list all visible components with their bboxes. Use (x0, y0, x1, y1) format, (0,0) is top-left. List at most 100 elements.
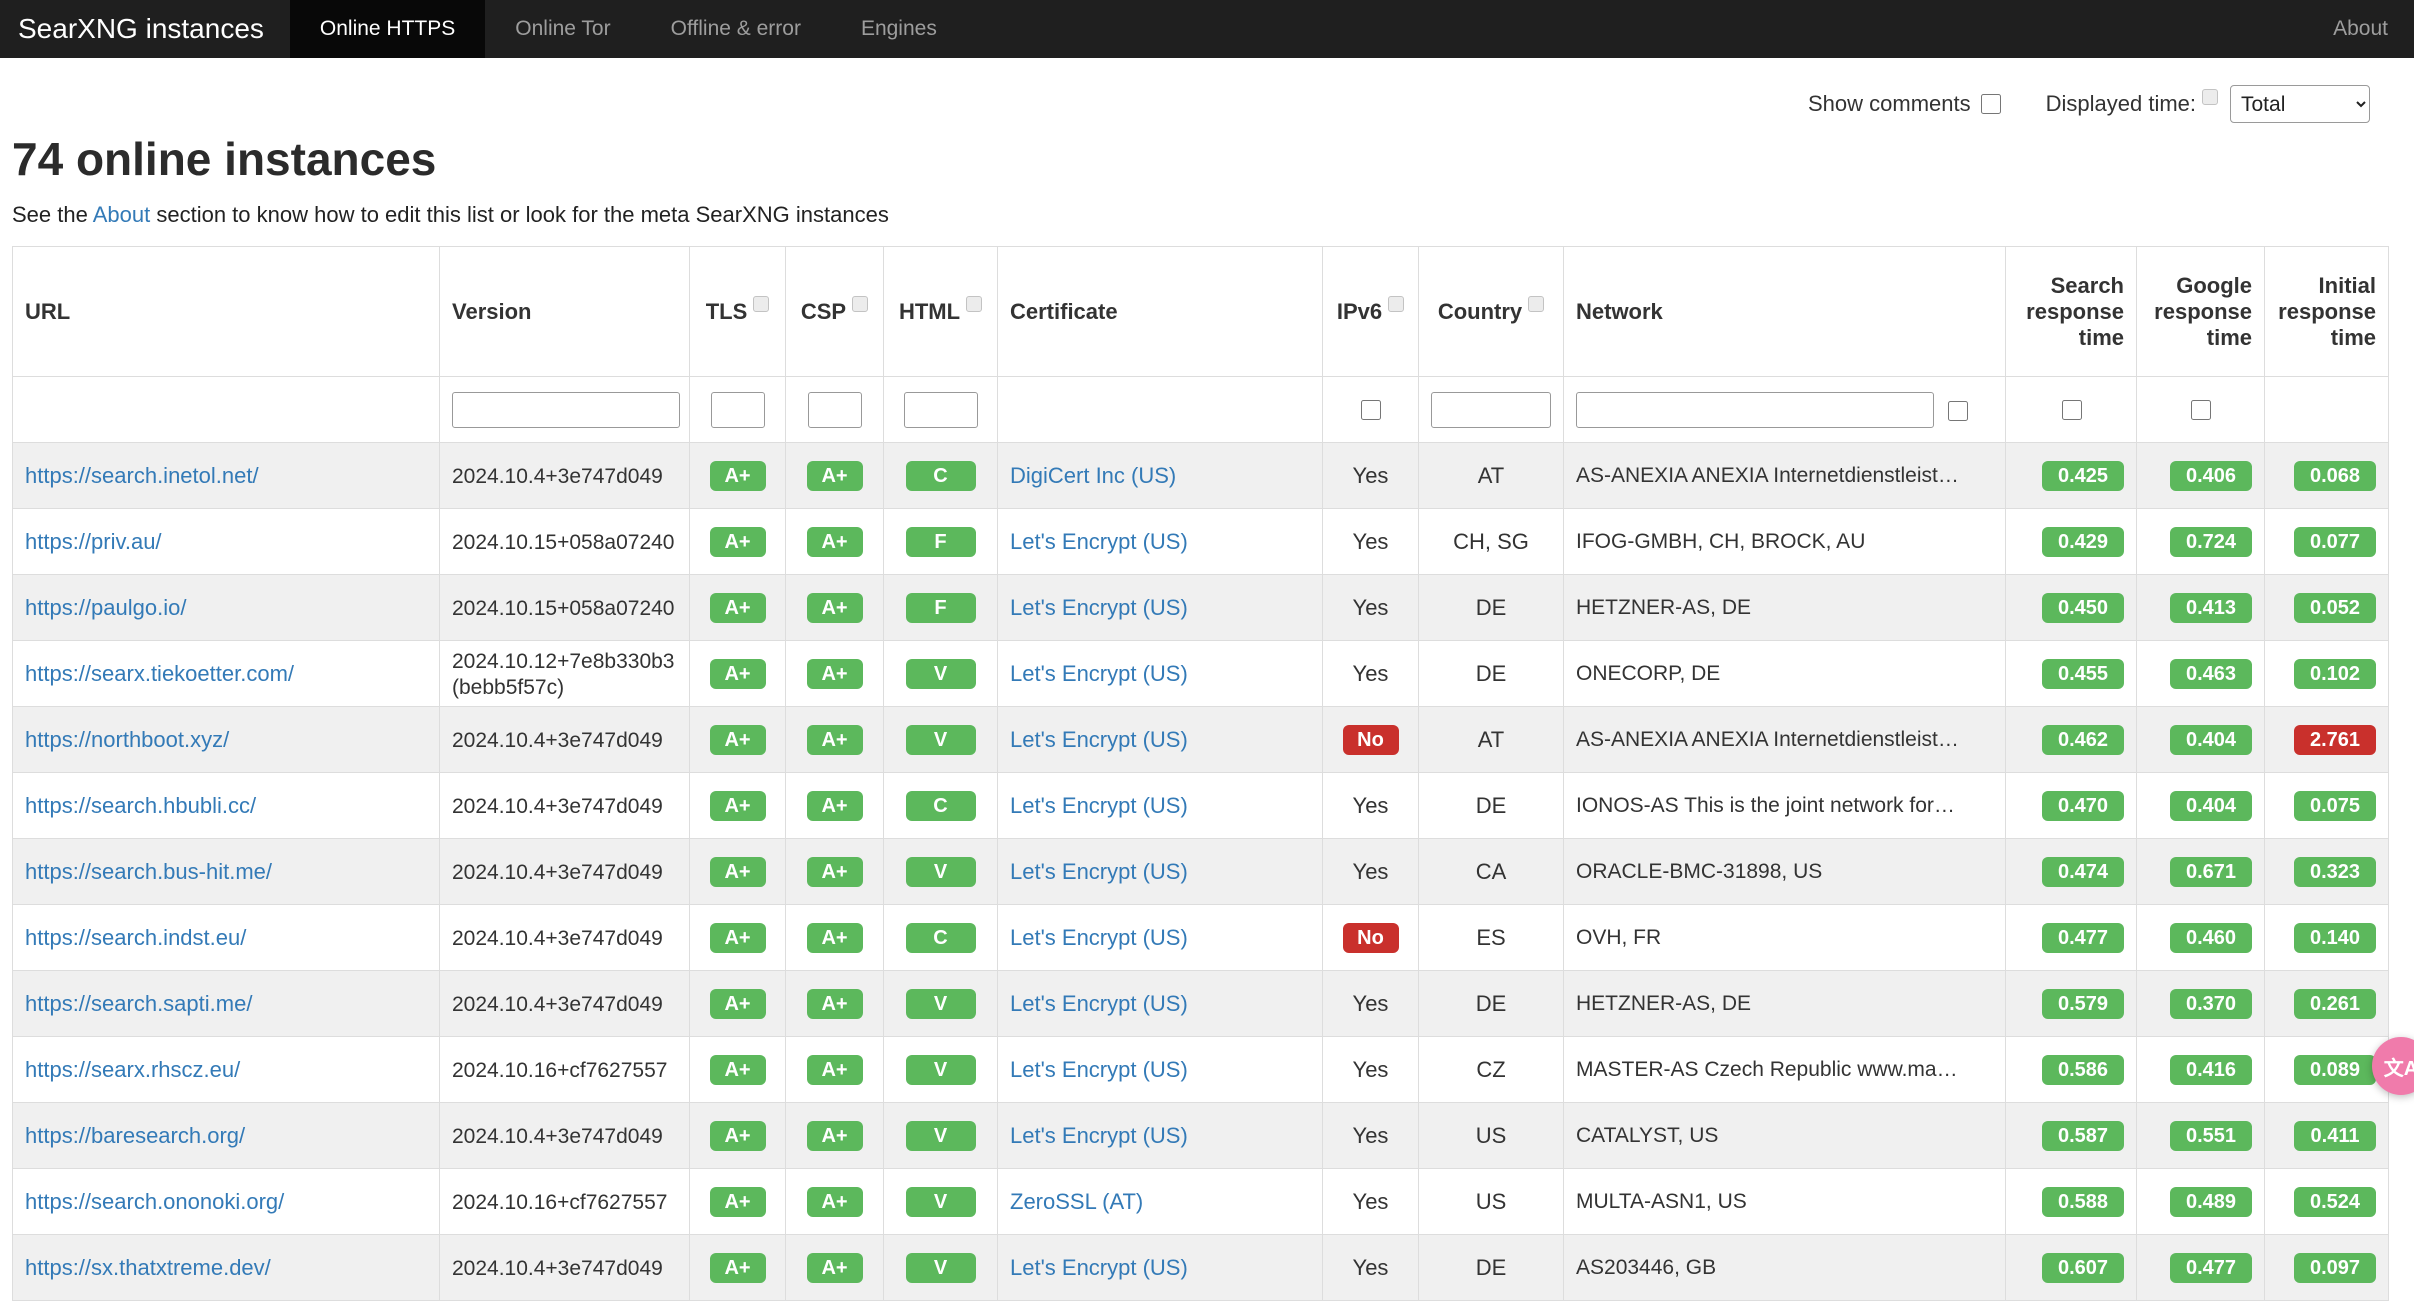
html-filter-input[interactable] (904, 392, 978, 428)
certificate-link[interactable]: Let's Encrypt (US) (1010, 991, 1188, 1016)
html-grade-badge[interactable]: F (906, 593, 976, 623)
csp-grade-badge[interactable]: A+ (807, 593, 863, 623)
html-grade-badge[interactable]: V (906, 659, 976, 689)
certificate-link[interactable]: ZeroSSL (AT) (1010, 1189, 1143, 1214)
instance-url-link[interactable]: https://priv.au/ (25, 529, 162, 554)
tls-filter-input[interactable] (711, 392, 765, 428)
about-link[interactable]: About (93, 202, 151, 227)
instance-url-link[interactable]: https://search.bus-hit.me/ (25, 859, 272, 884)
column-header-google-response-time[interactable]: Google response time (2137, 247, 2265, 377)
network-filter-input[interactable] (1576, 392, 1934, 428)
certificate-link[interactable]: Let's Encrypt (US) (1010, 595, 1188, 620)
csp-grade-badge[interactable]: A+ (807, 1055, 863, 1085)
instance-url-link[interactable]: https://search.hbubli.cc/ (25, 793, 256, 818)
instance-url-link[interactable]: https://baresearch.org/ (25, 1123, 245, 1148)
instance-url-link[interactable]: https://searx.tiekoetter.com/ (25, 661, 294, 686)
instance-url-link[interactable]: https://search.sapti.me/ (25, 991, 252, 1016)
csp-grade-badge[interactable]: A+ (807, 1121, 863, 1151)
column-header-csp[interactable]: CSP (786, 247, 884, 377)
show-comments-checkbox[interactable] (1981, 94, 2001, 114)
instance-url-link[interactable]: https://searx.rhscz.eu/ (25, 1057, 240, 1082)
csp-filter-input[interactable] (808, 392, 862, 428)
html-grade-badge[interactable]: V (906, 857, 976, 887)
csp-grade-badge[interactable]: A+ (807, 461, 863, 491)
certificate-link[interactable]: Let's Encrypt (US) (1010, 1057, 1188, 1082)
search-time-cell: 0.470 (2006, 773, 2137, 839)
ipv6-filter-checkbox[interactable] (1361, 400, 1381, 420)
certificate-link[interactable]: DigiCert Inc (US) (1010, 463, 1176, 488)
csp-grade-badge[interactable]: A+ (807, 1187, 863, 1217)
csp-grade-badge[interactable]: A+ (807, 923, 863, 953)
csp-grade-badge[interactable]: A+ (807, 857, 863, 887)
tls-grade-badge[interactable]: A+ (710, 1253, 766, 1283)
csp-grade-badge[interactable]: A+ (807, 659, 863, 689)
column-header-network[interactable]: Network (1564, 247, 2006, 377)
csp-grade-badge[interactable]: A+ (807, 791, 863, 821)
html-grade-badge[interactable]: F (906, 527, 976, 557)
google-time-filter-checkbox[interactable] (2191, 400, 2211, 420)
filter-certificate-cell (998, 377, 1323, 443)
tls-grade-badge[interactable]: A+ (710, 1121, 766, 1151)
column-header-html[interactable]: HTML (884, 247, 998, 377)
brand-link[interactable]: SearXNG instances (0, 0, 290, 58)
tls-grade-badge[interactable]: A+ (710, 923, 766, 953)
column-header-search-response-time[interactable]: Search response time (2006, 247, 2137, 377)
csp-grade-badge[interactable]: A+ (807, 527, 863, 557)
tls-grade-badge[interactable]: A+ (710, 461, 766, 491)
certificate-link[interactable]: Let's Encrypt (US) (1010, 859, 1188, 884)
tab-engines[interactable]: Engines (831, 0, 967, 58)
html-grade-badge[interactable]: V (906, 989, 976, 1019)
tls-grade-badge[interactable]: A+ (710, 791, 766, 821)
certificate-link[interactable]: Let's Encrypt (US) (1010, 1255, 1188, 1280)
tls-grade-badge[interactable]: A+ (710, 527, 766, 557)
html-grade-badge[interactable]: V (906, 725, 976, 755)
column-header-certificate[interactable]: Certificate (998, 247, 1323, 377)
tls-grade-badge[interactable]: A+ (710, 1055, 766, 1085)
html-grade-badge[interactable]: V (906, 1187, 976, 1217)
html-grade-badge[interactable]: C (906, 791, 976, 821)
column-header-version[interactable]: Version (440, 247, 690, 377)
tab-offline-error[interactable]: Offline & error (641, 0, 831, 58)
instance-url-link[interactable]: https://northboot.xyz/ (25, 727, 229, 752)
csp-grade-badge[interactable]: A+ (807, 1253, 863, 1283)
html-grade-badge[interactable]: V (906, 1253, 976, 1283)
tls-grade-badge[interactable]: A+ (710, 725, 766, 755)
column-header-initial-response-time[interactable]: Initial response time (2265, 247, 2389, 377)
instance-url-link[interactable]: https://search.indst.eu/ (25, 925, 246, 950)
certificate-link[interactable]: Let's Encrypt (US) (1010, 925, 1188, 950)
column-header-country[interactable]: Country (1419, 247, 1564, 377)
html-grade-badge[interactable]: C (906, 461, 976, 491)
instance-url-link[interactable]: https://sx.thatxtreme.dev/ (25, 1255, 271, 1280)
search-time-filter-checkbox[interactable] (2062, 400, 2082, 420)
column-header-tls[interactable]: TLS (690, 247, 786, 377)
tab-online-tor[interactable]: Online Tor (485, 0, 640, 58)
csp-grade-badge[interactable]: A+ (807, 989, 863, 1019)
instance-version: 2024.10.4+3e747d049 (452, 1125, 663, 1148)
html-grade-badge[interactable]: V (906, 1055, 976, 1085)
html-grade-badge[interactable]: V (906, 1121, 976, 1151)
nav-about-link[interactable]: About (2307, 0, 2414, 58)
country-filter-input[interactable] (1431, 392, 1551, 428)
certificate-link[interactable]: Let's Encrypt (US) (1010, 661, 1188, 686)
version-cell: 2024.10.4+3e747d049 (440, 707, 690, 773)
csp-grade-badge[interactable]: A+ (807, 725, 863, 755)
html-grade-badge[interactable]: C (906, 923, 976, 953)
instance-url-link[interactable]: https://paulgo.io/ (25, 595, 186, 620)
tls-grade-badge[interactable]: A+ (710, 989, 766, 1019)
instance-url-link[interactable]: https://search.ononoki.org/ (25, 1189, 284, 1214)
column-header-url[interactable]: URL (13, 247, 440, 377)
displayed-time-select[interactable]: Total (2230, 85, 2370, 123)
certificate-link[interactable]: Let's Encrypt (US) (1010, 793, 1188, 818)
tab-online-https[interactable]: Online HTTPS (290, 0, 485, 58)
version-filter-input[interactable] (452, 392, 680, 428)
tls-grade-badge[interactable]: A+ (710, 593, 766, 623)
column-header-ipv6[interactable]: IPv6 (1323, 247, 1419, 377)
tls-grade-badge[interactable]: A+ (710, 857, 766, 887)
certificate-link[interactable]: Let's Encrypt (US) (1010, 1123, 1188, 1148)
certificate-link[interactable]: Let's Encrypt (US) (1010, 529, 1188, 554)
network-filter-checkbox[interactable] (1948, 401, 1968, 421)
tls-grade-badge[interactable]: A+ (710, 1187, 766, 1217)
certificate-link[interactable]: Let's Encrypt (US) (1010, 727, 1188, 752)
tls-grade-badge[interactable]: A+ (710, 659, 766, 689)
instance-url-link[interactable]: https://search.inetol.net/ (25, 463, 259, 488)
